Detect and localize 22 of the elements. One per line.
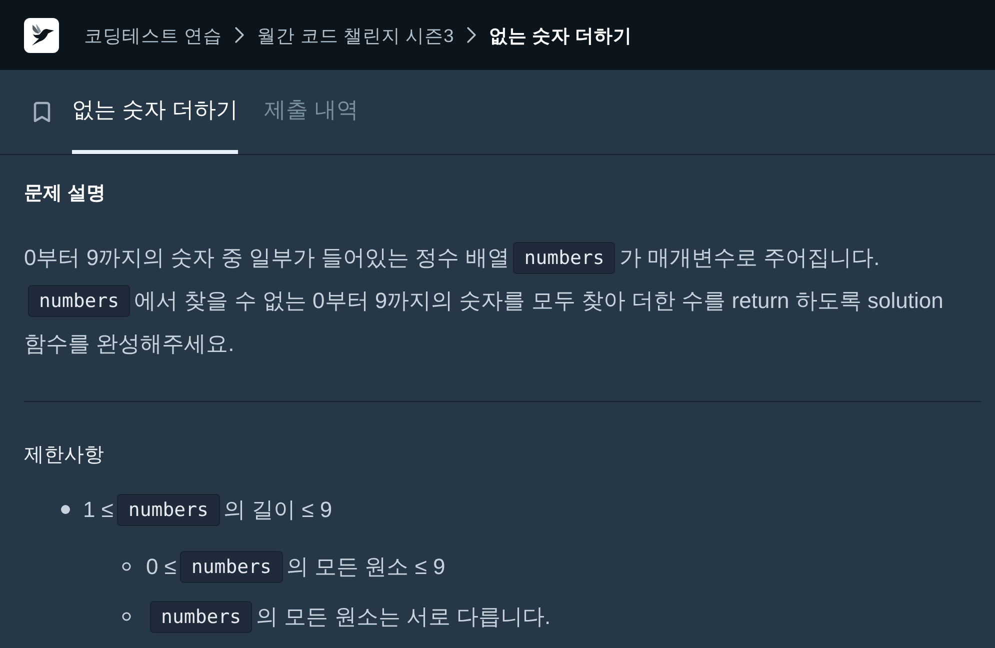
chevron-right-icon — [235, 27, 244, 43]
inline-code: numbers — [117, 494, 220, 526]
logo-icon[interactable] — [24, 18, 59, 52]
breadcrumb-link[interactable]: 월간 코드 챌린지 시즌3 — [257, 22, 454, 48]
inline-code: numbers — [180, 551, 282, 583]
inline-code: numbers — [150, 601, 252, 633]
constraint-text: numbers 의 모든 원소는 서로 다릅니다. — [146, 595, 551, 638]
section-title: 제한사항 — [24, 443, 105, 468]
inline-code: numbers — [28, 285, 130, 317]
bullet-icon — [122, 562, 131, 571]
tab[interactable]: 없는 숫자 더하기 — [72, 70, 238, 154]
constraint-text: 1 ≤ numbers 의 길이 ≤ 9 — [83, 488, 332, 531]
problem-description: 0부터 9까지의 숫자 중 일부가 들어있는 정수 배열 numbers 가 매개변수로 주어집니다. numbers 에서 찾을 수 없는 0부터 9까지의 숫자를 모두 찾아 더한 수를 return 하도록 solution 함수를 완성해주세요. — [24, 236, 981, 365]
breadcrumb-link[interactable]: 코딩테스트 연습 — [84, 22, 222, 48]
section-title: 문제 설명 — [24, 182, 106, 206]
tab[interactable]: 제출 내역 — [264, 70, 358, 154]
bullet-icon — [61, 505, 70, 514]
inline-code: numbers — [513, 242, 616, 274]
chevron-right-icon — [466, 27, 476, 43]
breadcrumb-link[interactable]: 없는 숫자 더하기 — [488, 22, 632, 48]
bullet-icon — [122, 612, 131, 621]
constraint-text: 0 ≤ numbers 의 모든 원소 ≤ 9 — [146, 545, 446, 588]
